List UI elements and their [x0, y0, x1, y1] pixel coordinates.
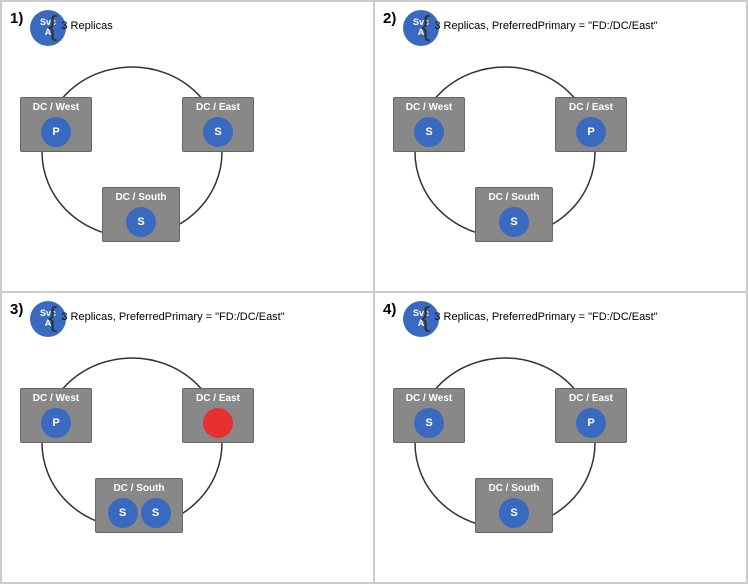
- q1-label: 1): [10, 10, 23, 27]
- q1-desc: { 3 Replicas: [48, 12, 113, 40]
- q2-dc-west: DC / West S: [393, 97, 465, 152]
- q4-desc: { 3 Replicas, PreferredPrimary = "FD:/DC…: [421, 303, 658, 331]
- q3-south-rep1: S: [108, 498, 138, 528]
- quadrant-4: 4) Svc A { 3 Replicas, PreferredPrimary …: [374, 292, 747, 583]
- q3-west-rep: P: [41, 408, 71, 438]
- q4-east-rep: P: [576, 408, 606, 438]
- q1-dc-west: DC / West P: [20, 97, 92, 152]
- q3-south-reps: S S: [108, 498, 171, 528]
- q2-east-rep: P: [576, 117, 606, 147]
- q2-desc: { 3 Replicas, PreferredPrimary = "FD:/DC…: [421, 12, 658, 40]
- q2-dc-east: DC / East P: [555, 97, 627, 152]
- q2-label: 2): [383, 10, 396, 27]
- q4-dc-east: DC / East P: [555, 388, 627, 443]
- quadrant-3: 3) Svc A { 3 Replicas, PreferredPrimary …: [1, 292, 374, 583]
- q1-west-rep: P: [41, 117, 71, 147]
- quadrant-1: 1) Svc A { 3 Replicas DC / West P DC / E…: [1, 1, 374, 292]
- main-grid: 1) Svc A { 3 Replicas DC / West P DC / E…: [0, 0, 748, 584]
- q1-dc-east: DC / East S: [182, 97, 254, 152]
- q4-dc-south: DC / South S: [475, 478, 553, 533]
- q3-desc: { 3 Replicas, PreferredPrimary = "FD:/DC…: [48, 303, 285, 331]
- q4-dc-west: DC / West S: [393, 388, 465, 443]
- q2-south-rep: S: [499, 207, 529, 237]
- q2-dc-south: DC / South S: [475, 187, 553, 242]
- q1-south-rep: S: [126, 207, 156, 237]
- q1-east-rep: S: [203, 117, 233, 147]
- q3-dc-south: DC / South S S: [95, 478, 183, 533]
- q3-east-rep: [203, 408, 233, 438]
- q3-south-rep2: S: [141, 498, 171, 528]
- quadrant-2: 2) Svc A { 3 Replicas, PreferredPrimary …: [374, 1, 747, 292]
- q2-west-rep: S: [414, 117, 444, 147]
- q4-label: 4): [383, 301, 396, 318]
- q3-label: 3): [10, 301, 23, 318]
- q1-dc-south: DC / South S: [102, 187, 180, 242]
- q4-west-rep: S: [414, 408, 444, 438]
- q4-south-rep: S: [499, 498, 529, 528]
- q3-dc-west: DC / West P: [20, 388, 92, 443]
- q3-dc-east: DC / East: [182, 388, 254, 443]
